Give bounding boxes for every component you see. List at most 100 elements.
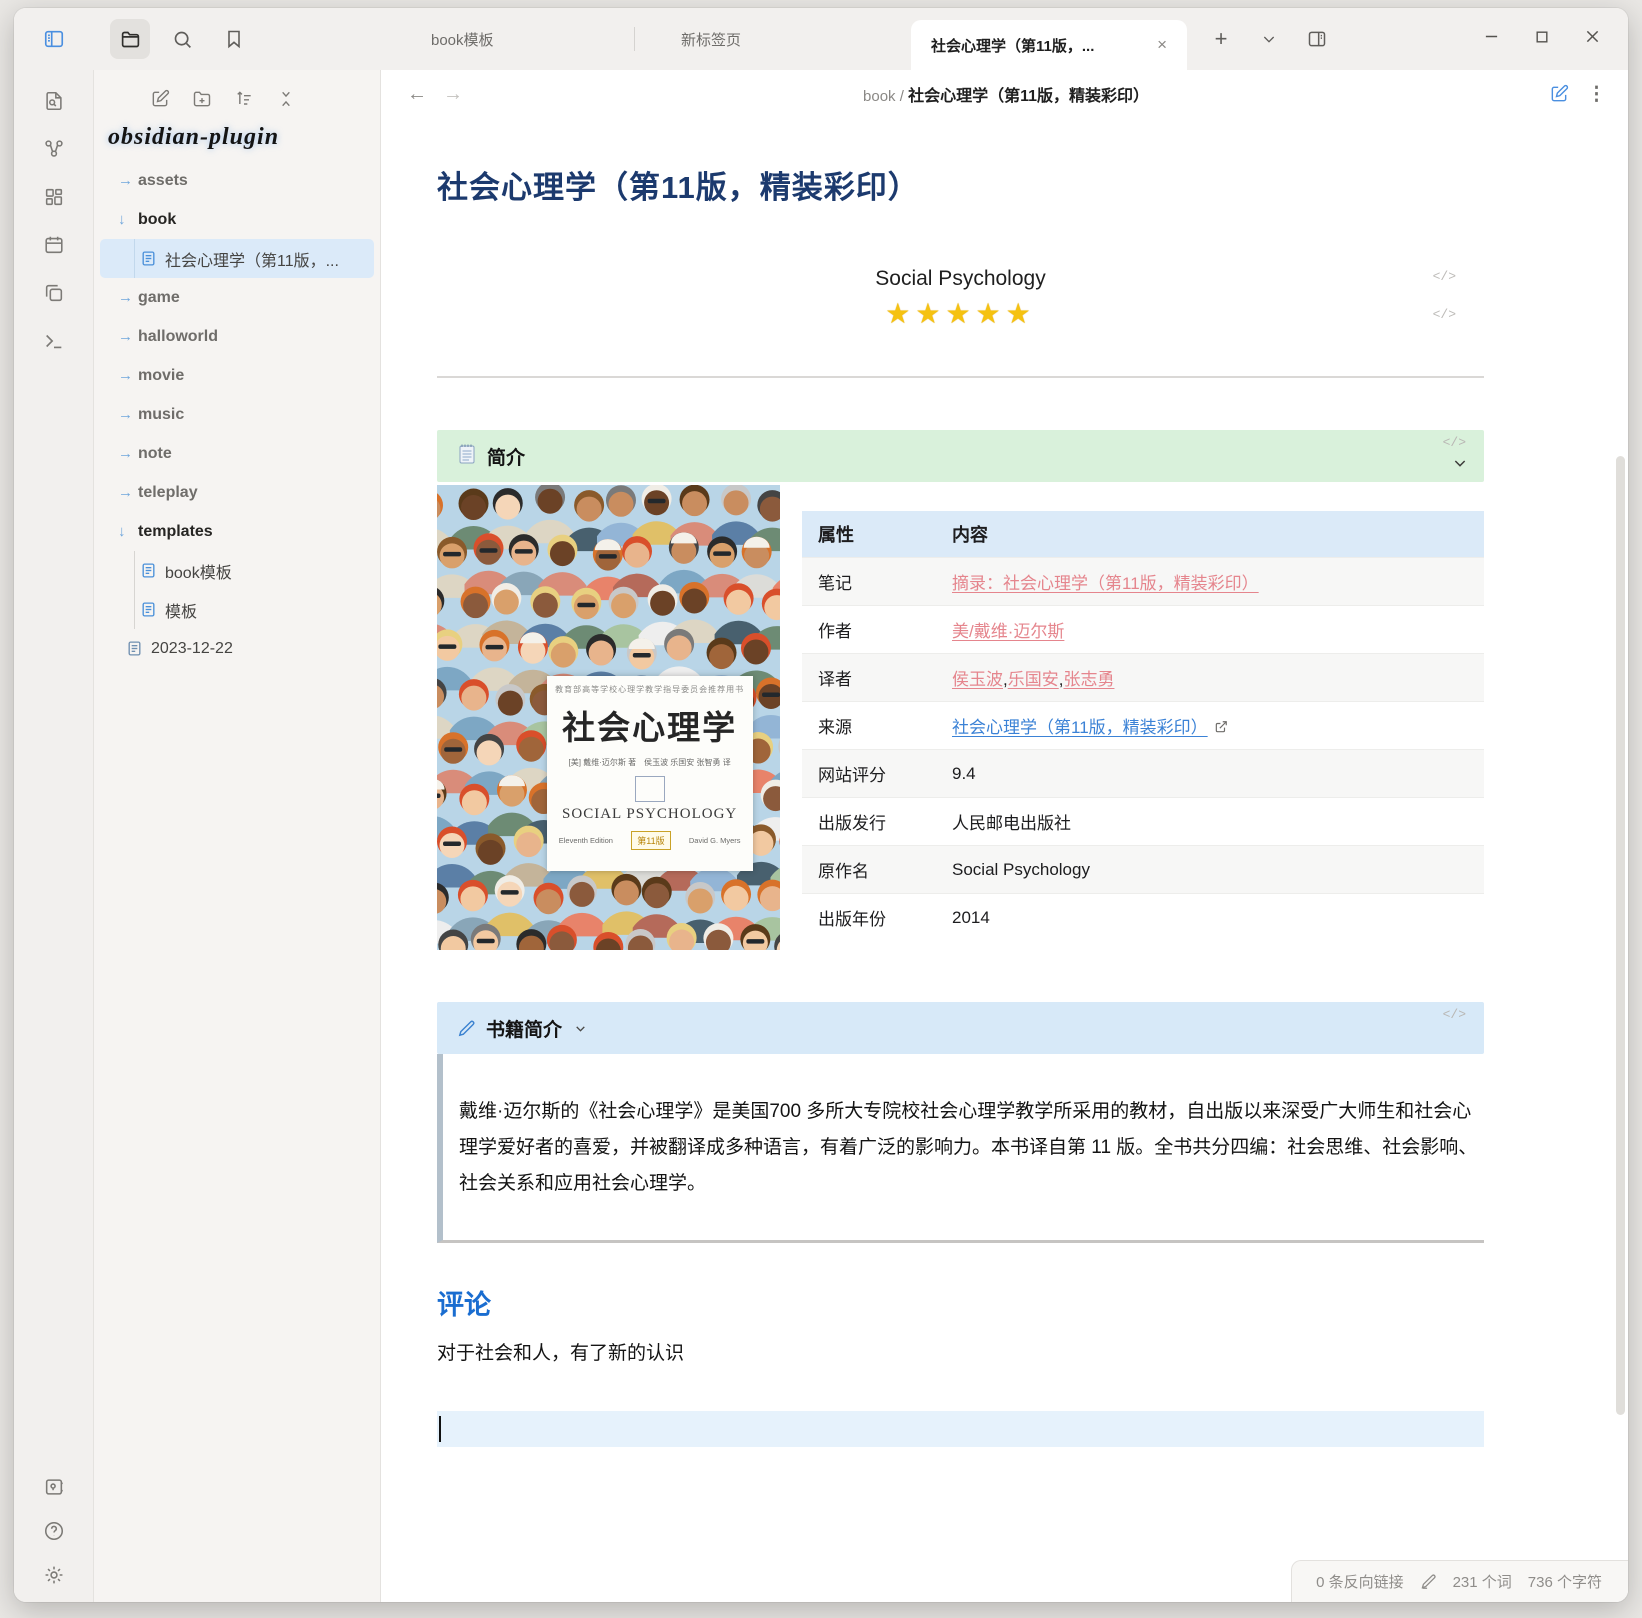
sidebar-item-templates[interactable]: ↓templates (100, 512, 374, 551)
original-title-value: Social Psychology (952, 846, 1484, 894)
calendar-icon[interactable] (43, 234, 65, 256)
bookmark-icon[interactable] (214, 19, 254, 59)
column-header-key: 属性 (802, 511, 952, 558)
scrollbar[interactable] (1616, 190, 1625, 1522)
canvas-icon[interactable] (43, 186, 65, 208)
summary-callout-header[interactable]: 书籍简介 </> (437, 1002, 1484, 1054)
breadcrumb-folder[interactable]: book (863, 88, 896, 105)
chevron-down-icon[interactable] (1452, 455, 1468, 471)
edit-code-block-icon[interactable]: </> (1433, 307, 1456, 322)
sidebar-item-book[interactable]: ↓book (100, 200, 374, 239)
more-options-icon[interactable]: ⋮ (1587, 83, 1606, 106)
rating-stars: ★★★★★ (437, 297, 1484, 330)
split-view-icon[interactable] (1297, 19, 1337, 59)
char-count[interactable]: 736 个字符 (1528, 1571, 1602, 1592)
collapsed-arrow-icon: → (118, 289, 138, 306)
active-edit-line[interactable] (437, 1411, 1484, 1447)
sort-order-icon[interactable] (234, 89, 254, 109)
vault-title[interactable]: obsidian-plugin (94, 118, 380, 161)
translator-link[interactable]: 侯玉波 (952, 670, 1003, 689)
new-folder-icon[interactable] (192, 89, 212, 109)
intro-callout-title: 简介 (487, 443, 525, 470)
collapsed-arrow-icon: → (118, 328, 138, 345)
tab-book-template[interactable]: book模板 (381, 8, 634, 70)
english-title: Social Psychology (437, 267, 1484, 291)
summary-callout-body: 戴维·迈尔斯的《社会心理学》是美国700 多所大专院校社会心理学教学所采用的教材… (437, 1054, 1484, 1243)
pencil-icon (457, 1019, 476, 1038)
collapsed-arrow-icon: → (118, 445, 138, 462)
edit-code-block-icon[interactable]: </> (1443, 1007, 1466, 1022)
breadcrumb-title: 社会心理学（第11版，精装彩印） (908, 88, 1149, 105)
chevron-down-icon[interactable] (574, 1022, 587, 1035)
cover-english-title: SOCIAL PSYCHOLOGY (553, 806, 747, 823)
window-minimize-icon[interactable] (1484, 29, 1499, 49)
note-toolbar: ← → book / 社会心理学（第11版，精装彩印） ⋮ (381, 70, 1628, 118)
tab-close-icon[interactable]: × (1153, 35, 1171, 55)
cover-author-en: David G. Myers (689, 836, 741, 845)
sidebar-toggle-icon[interactable] (34, 19, 74, 59)
new-tab-icon[interactable]: + (1201, 19, 1241, 59)
back-icon[interactable]: ← (407, 83, 427, 106)
tab-active-note[interactable]: 社会心理学（第11版，... × (911, 20, 1187, 70)
new-note-icon[interactable] (150, 89, 170, 109)
sidebar-item-music[interactable]: →music (100, 395, 374, 434)
settings-gear-icon[interactable] (43, 1564, 65, 1586)
sidebar-item-halloworld[interactable]: →halloworld (100, 317, 374, 356)
vault-switcher-icon[interactable] (43, 1476, 65, 1498)
book-cover-panel: 教育部高等学校心理学教学指导委员会推荐用书 社会心理学 [美] 戴维·迈尔斯 著… (547, 676, 753, 871)
sidebar-item-note[interactable]: →note (100, 434, 374, 473)
quick-switcher-icon[interactable] (43, 90, 65, 112)
search-icon[interactable] (162, 19, 202, 59)
cover-title: 社会心理学 (553, 701, 747, 749)
sidebar-item-daily-note[interactable]: 2023-12-22 (100, 629, 374, 668)
forward-icon[interactable]: → (443, 83, 463, 106)
sidebar-item-teleplay[interactable]: →teleplay (100, 473, 374, 512)
backlinks-count[interactable]: 0 条反向链接 (1316, 1571, 1404, 1592)
file-icon (126, 640, 143, 657)
translator-link[interactable]: 乐国安 (1008, 670, 1059, 689)
comments-text: 对于社会和人，有了新的认识 (437, 1338, 1484, 1365)
table-row: 译者 侯玉波,乐国安,张志勇 (802, 654, 1484, 702)
expanded-arrow-icon: ↓ (118, 211, 138, 228)
sidebar-item-book-template[interactable]: book模板 (100, 551, 374, 590)
editor-pane: ← → book / 社会心理学（第11版，精装彩印） ⋮ 社会心理学（第11版… (381, 70, 1628, 1602)
window-close-icon[interactable] (1585, 29, 1600, 49)
titlebar: book模板 新标签页 社会心理学（第11版，... × + (14, 8, 1628, 70)
note-link[interactable]: 摘录：社会心理学（第11版，精装彩印） (952, 574, 1259, 593)
table-row: 笔记 摘录：社会心理学（第11版，精装彩印） (802, 558, 1484, 606)
help-icon[interactable] (43, 1520, 65, 1542)
table-row: 来源 社会心理学（第11版，精装彩印） (802, 702, 1484, 750)
table-row: 作者 美/戴维·迈尔斯 (802, 606, 1484, 654)
sidebar-item-movie[interactable]: →movie (100, 356, 374, 395)
file-icon (140, 562, 157, 579)
tab-list-chevron-icon[interactable] (1249, 19, 1289, 59)
translator-link[interactable]: 张志勇 (1063, 670, 1114, 689)
file-icon (140, 601, 157, 618)
sidebar-item-note-social-psychology[interactable]: 社会心理学（第11版，... (100, 239, 374, 278)
sidebar-item-game[interactable]: →game (100, 278, 374, 317)
window-maximize-icon[interactable] (1535, 30, 1549, 49)
obsidian-window: book模板 新标签页 社会心理学（第11版，... × + (14, 8, 1628, 1602)
graph-view-icon[interactable] (43, 138, 65, 160)
intro-callout-header[interactable]: 简介 </> (437, 430, 1484, 482)
collapse-all-icon[interactable] (276, 89, 296, 109)
edit-code-block-icon[interactable]: </> (1433, 269, 1456, 284)
terminal-icon[interactable] (43, 330, 65, 352)
cover-frame-motif (635, 776, 665, 802)
sidebar-item-assets[interactable]: →assets (100, 161, 374, 200)
collapsed-arrow-icon: → (118, 406, 138, 423)
table-row: 出版发行 人民邮电出版社 (802, 798, 1484, 846)
table-row: 网站评分 9.4 (802, 750, 1484, 798)
word-count[interactable]: 231 个词 (1453, 1571, 1512, 1592)
column-header-value: 内容 (952, 511, 1484, 558)
tab-new[interactable]: 新标签页 (635, 8, 899, 70)
edit-mode-icon[interactable] (1549, 84, 1569, 104)
files-view-icon[interactable] (110, 19, 150, 59)
book-properties-table: 属性 内容 笔记 摘录：社会心理学（第11版，精装彩印） 作者 美/戴维·迈尔斯 (802, 511, 1484, 941)
author-link[interactable]: 美/戴维·迈尔斯 (952, 622, 1064, 641)
breadcrumb: book / 社会心理学（第11版，精装彩印） (463, 82, 1549, 106)
sidebar-item-template[interactable]: 模板 (100, 590, 374, 629)
source-external-link[interactable]: 社会心理学（第11版，精装彩印） (952, 718, 1208, 737)
edit-code-block-icon[interactable]: </> (1443, 435, 1466, 450)
templates-copy-icon[interactable] (43, 282, 65, 304)
